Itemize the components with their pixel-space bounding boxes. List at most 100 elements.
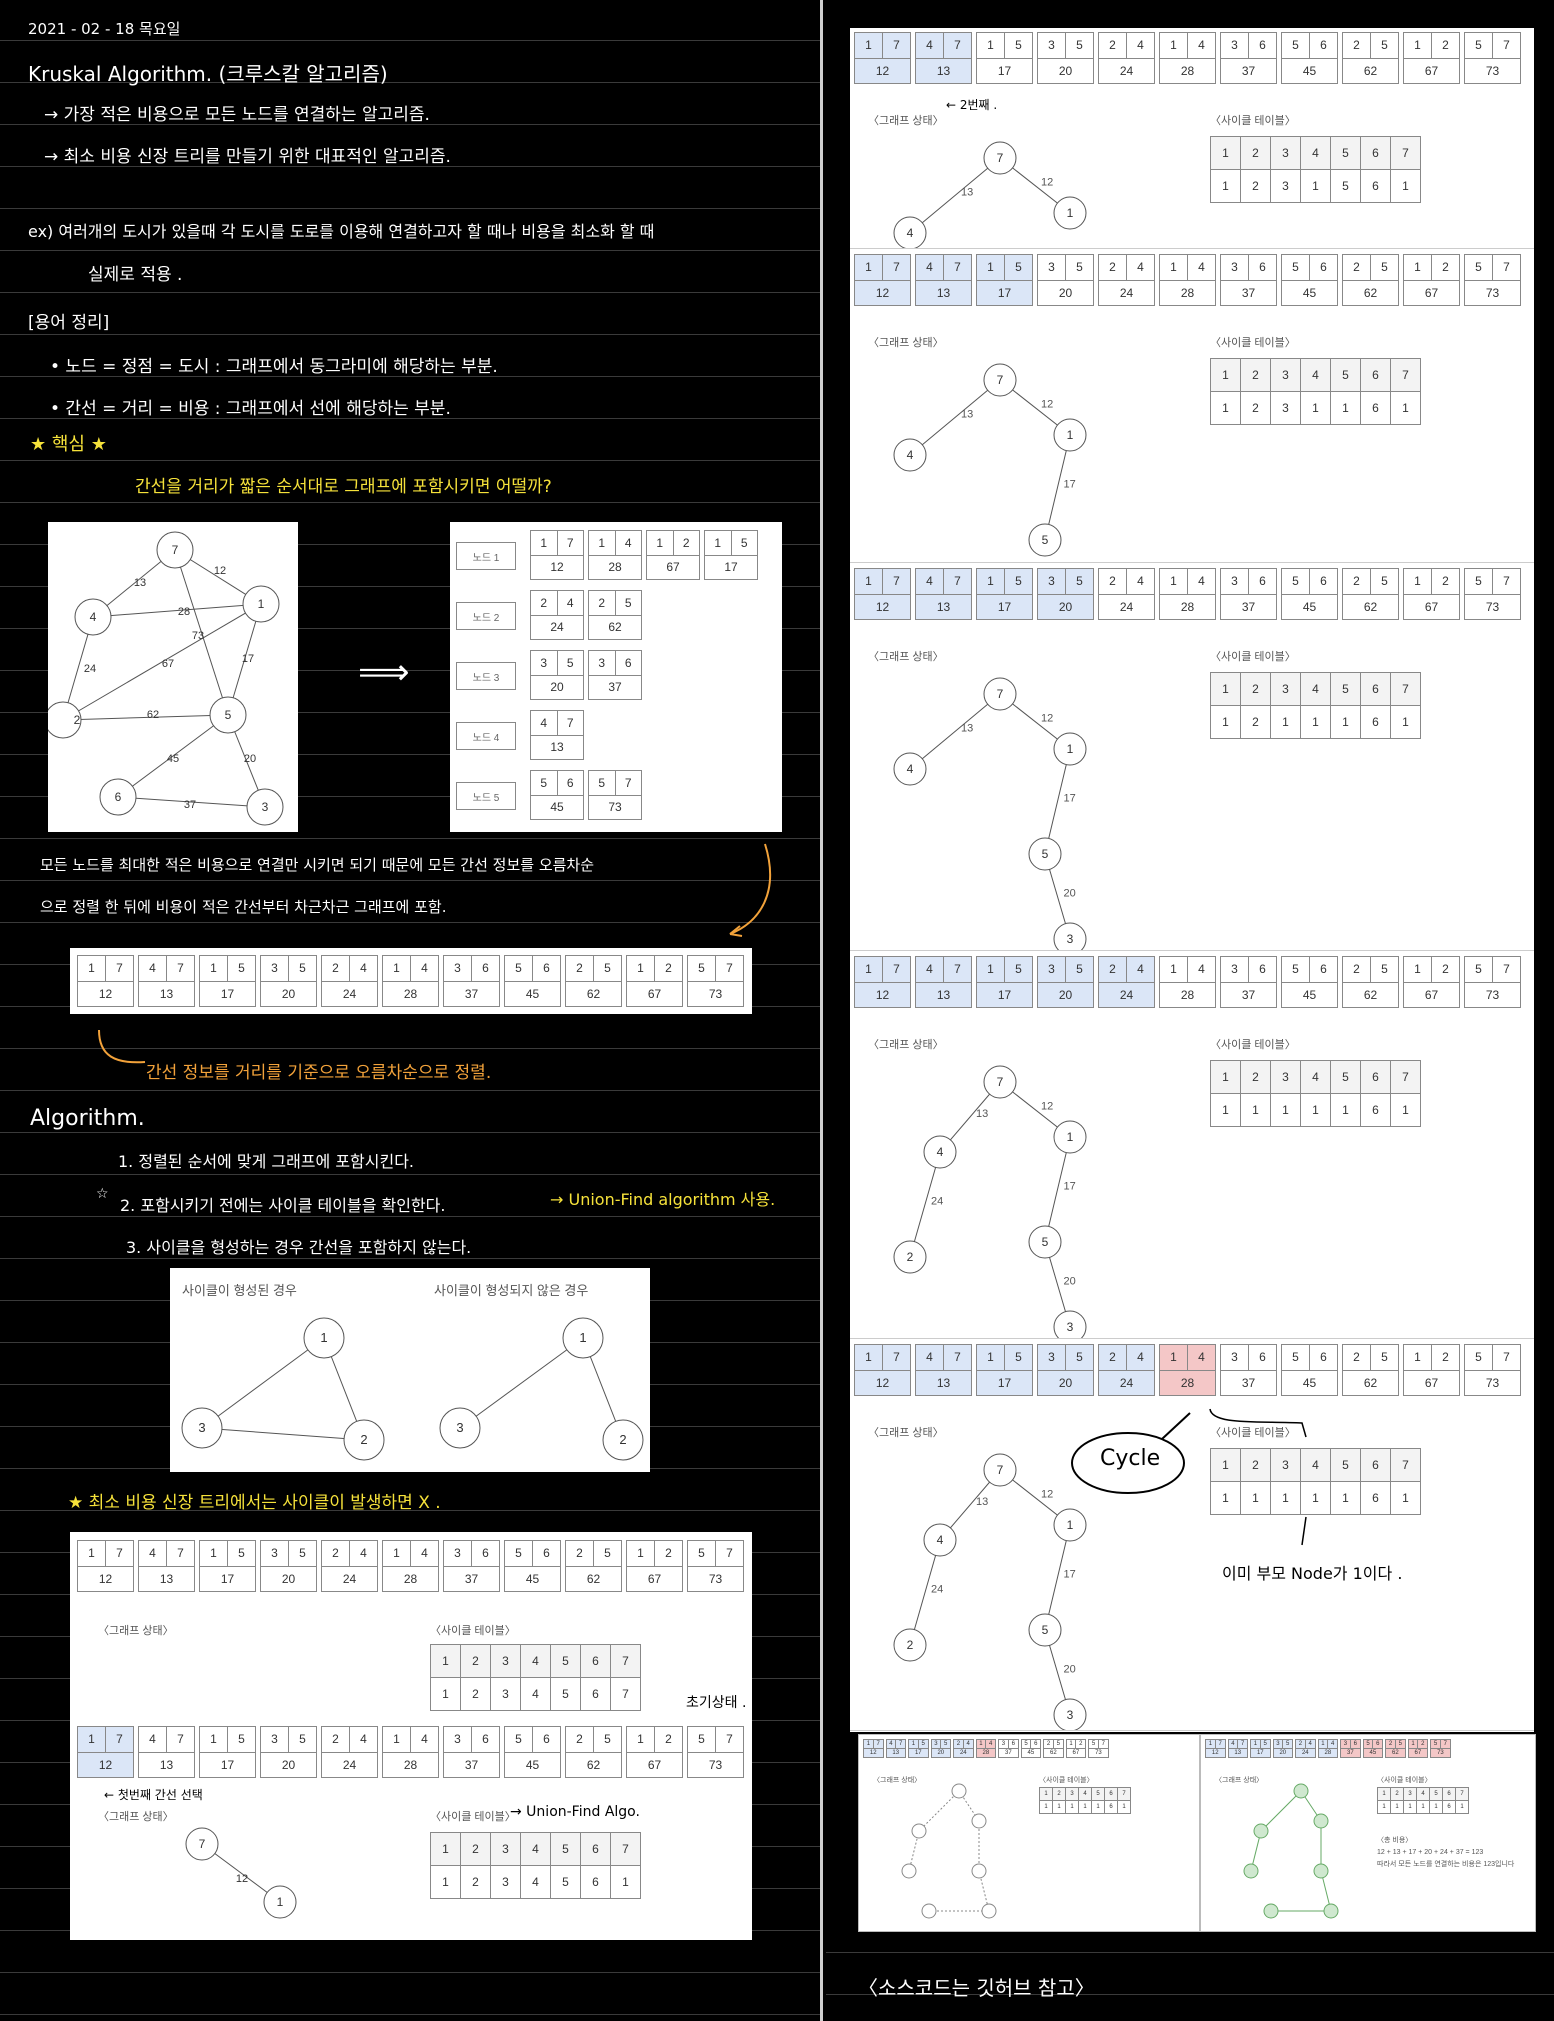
edge-weight: 62 — [1363, 1375, 1378, 1390]
cycle-header-cell: 4 — [1300, 136, 1331, 170]
node-label: 5 — [1042, 847, 1049, 861]
edge-cell: 2 4 24 — [1295, 1739, 1316, 1758]
edge-to: 7 — [954, 962, 961, 977]
edge-to: 4 — [421, 961, 428, 976]
edge-weight: 17 — [220, 1757, 235, 1772]
term-edge: • 간선 = 거리 = 비용 : 그래프에서 선에 해당하는 부분. — [50, 399, 451, 419]
edge-cell: 5 6 45 — [504, 1540, 561, 1592]
edge-from: 2 — [1099, 957, 1127, 982]
edge-to: 5 — [740, 535, 748, 550]
edge-from: 1 — [909, 1740, 919, 1748]
edge-from: 1 — [383, 1541, 411, 1566]
edge-cell: 3 5 20 — [530, 650, 584, 700]
mini-total-2: 따라서 모든 노드를 연결하는 비용은 123입니다 — [1377, 1861, 1515, 1868]
edge-cell: 2 4 24 — [953, 1739, 974, 1758]
mini-cycle-table-right: 12345671111161 — [1377, 1787, 1469, 1814]
graph-state: 13 12 7 4 1 — [893, 141, 1087, 248]
edge-to: 2 — [1442, 1350, 1449, 1365]
edge-cell: 4 7 13 — [138, 1540, 195, 1592]
node-row-label: 노드 3 — [456, 662, 516, 690]
core-question: 간선을 거리가 짧은 순서대로 그래프에 포함시키면 어떨까? — [135, 477, 552, 497]
edge-to: 5 — [299, 1732, 306, 1747]
edge-weight: 12 — [1211, 1749, 1219, 1756]
edge-cell: 1 7 12 — [77, 955, 134, 1007]
edge-to: 7 — [1503, 574, 1510, 589]
edge-weight: 17 — [220, 1571, 235, 1586]
cycle-value-cell: 5 — [550, 1677, 581, 1711]
edge-weight: 37 — [464, 1571, 479, 1586]
edge-weight: 67 — [1424, 599, 1439, 614]
cycle-header-cell: 1 — [1210, 1060, 1241, 1094]
edge-weight: 73 — [708, 1757, 723, 1772]
edge-from: 4 — [916, 255, 944, 280]
edge-to: 5 — [944, 1740, 948, 1747]
cycle-header-cell: 3 — [1270, 358, 1301, 392]
edge-to: 2 — [1079, 1740, 1083, 1747]
edge-weight: 45 — [1302, 285, 1317, 300]
node-label: 4 — [907, 448, 914, 462]
edge-to: 5 — [1398, 1740, 1402, 1747]
edge-weight: 12 — [875, 1375, 890, 1390]
edge-weight: 13 — [936, 285, 951, 300]
edge-from: 1 — [855, 569, 883, 594]
kruskal-step: 1 7 12 4 7 13 1 5 17 3 5 20 2 4 24 1 4 28 3 6 37 5 6 45 2 5 62 1 2 67… — [850, 952, 1534, 1339]
edge-cell: 2 5 62 — [1342, 32, 1399, 84]
edge-to: 4 — [989, 1740, 993, 1747]
edge-to: 7 — [566, 535, 574, 550]
edge-to: 4 — [1198, 1350, 1205, 1365]
edge-cell: 3 6 37 — [1220, 254, 1277, 306]
edge-from: 1 — [1160, 1345, 1188, 1370]
node-label: 2 — [74, 713, 81, 727]
edge-weight: 73 — [1485, 599, 1500, 614]
edge-weight: 28 — [1180, 599, 1195, 614]
ruled-line — [0, 880, 820, 881]
edge-to: 5 — [1381, 38, 1388, 53]
cycle-value-cell: 1 — [1330, 1093, 1361, 1127]
kruskal-step: 1 7 12 4 7 13 1 5 17 3 5 20 2 4 24 1 4 28 3 6 37 5 6 45 2 5 62 1 2 67… — [850, 250, 1534, 563]
edge-from: 1 — [855, 1345, 883, 1370]
cycle-header-cell: 5 — [1330, 1448, 1361, 1482]
edge-to: 6 — [543, 1732, 550, 1747]
edge-weight: 67 — [647, 986, 662, 1001]
edge-weight: 62 — [1363, 63, 1378, 78]
node-label: 3 — [456, 1420, 463, 1435]
cycle-header-cell: 1 — [1039, 1787, 1053, 1801]
cycle-header-cell: 7 — [610, 1644, 641, 1678]
cycle-value-cell: 1 — [1039, 1800, 1053, 1814]
edge-from: 1 — [1160, 33, 1188, 58]
edge-to: 2 — [665, 1546, 672, 1561]
edge-to: 6 — [543, 961, 550, 976]
edge-from: 5 — [688, 1541, 716, 1566]
edge-weight: 12 — [236, 1873, 248, 1885]
edge-from: 1 — [627, 956, 655, 981]
edge-weight: 12 — [98, 1757, 113, 1772]
edge-to: 5 — [1015, 1350, 1022, 1365]
node-label: 3 — [198, 1420, 205, 1435]
node-label: 4 — [907, 762, 914, 776]
cycle-value-cell: 1 — [1330, 391, 1361, 425]
core-heading: ★ 핵심 ★ — [30, 434, 107, 455]
edge-weight: 20 — [281, 986, 296, 1001]
edge-weight: 12 — [98, 986, 113, 1001]
edge-weight: 17 — [997, 1375, 1012, 1390]
node-label: 3 — [1067, 932, 1074, 946]
edge-to: 5 — [1381, 260, 1388, 275]
edge-to: 2 — [665, 961, 672, 976]
edge-weight: 28 — [1180, 1375, 1195, 1390]
edge-weight: 45 — [167, 753, 179, 765]
edge-cell: 4 7 13 — [915, 956, 972, 1008]
edge-from: 1 — [977, 255, 1005, 280]
cycle-header-cell: 6 — [580, 1644, 611, 1678]
edge-cell: 5 6 45 — [1281, 956, 1338, 1008]
edge-from: 2 — [322, 1727, 350, 1752]
edge-from: 5 — [1364, 1740, 1374, 1748]
cycle-header-cell: 2 — [460, 1832, 491, 1866]
cycle-table-label: 〈사이클 테이블〉 — [1210, 1039, 1296, 1051]
edge-to: 7 — [177, 961, 184, 976]
ruled-line — [0, 250, 820, 251]
edge-cell: 1 5 17 — [704, 530, 758, 580]
edge-weight: 17 — [1064, 793, 1076, 805]
edge-to: 7 — [566, 715, 574, 730]
edge-weight: 12 — [875, 285, 890, 300]
cycle-header-cell: 3 — [490, 1832, 521, 1866]
